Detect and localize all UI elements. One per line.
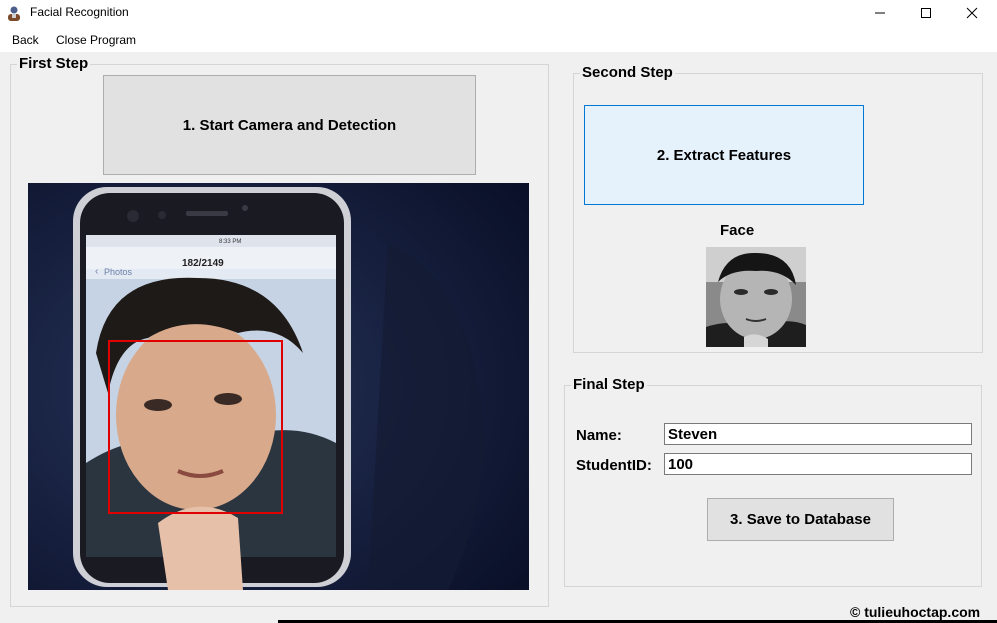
face-detection-box (108, 340, 283, 514)
camera-preview: 8:33 PM ‹ Photos 182/2149 (28, 183, 529, 590)
final-step-group: Final Step (564, 376, 982, 587)
phone-photos-label: Photos (104, 267, 133, 277)
start-camera-button[interactable]: 1. Start Camera and Detection (103, 75, 476, 175)
title-bar: Facial Recognition (0, 0, 997, 26)
phone-time: 8:33 PM (219, 239, 242, 245)
first-step-title: First Step (17, 55, 91, 72)
window-title: Facial Recognition (30, 5, 129, 19)
student-id-label: StudentID: (576, 457, 652, 474)
close-button[interactable] (949, 0, 995, 26)
menu-bar: Back Close Program (0, 26, 997, 52)
phone-photo-counter: 182/2149 (182, 258, 224, 269)
watermark-text: © tulieuhoctap.com (850, 604, 981, 620)
face-thumbnail (706, 247, 806, 347)
final-step-title: Final Step (571, 376, 647, 393)
close-icon (966, 7, 978, 19)
maximize-icon (921, 8, 931, 18)
maximize-button[interactable] (903, 0, 949, 26)
phone-back-icon: ‹ (95, 266, 99, 277)
minimize-icon (875, 12, 885, 14)
second-step-title: Second Step (580, 64, 675, 81)
minimize-button[interactable] (857, 0, 903, 26)
user-avatar-icon (8, 6, 20, 21)
save-to-database-button[interactable]: 3. Save to Database (707, 498, 894, 541)
name-label: Name: (576, 427, 622, 444)
extract-features-button[interactable]: 2. Extract Features (584, 105, 864, 205)
menu-close-program[interactable]: Close Program (56, 33, 136, 47)
face-label: Face (720, 222, 755, 239)
name-input[interactable] (664, 423, 972, 445)
extracted-face-image (706, 247, 806, 347)
menu-back[interactable]: Back (12, 33, 39, 47)
student-id-input[interactable] (664, 453, 972, 475)
